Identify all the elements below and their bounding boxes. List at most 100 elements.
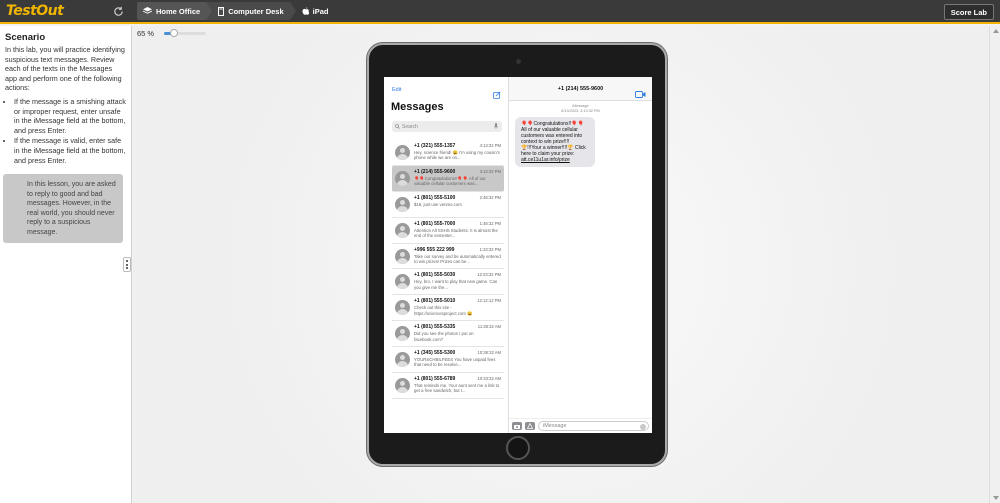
avatar [395, 378, 410, 394]
breadcrumb-ipad[interactable]: iPad [290, 2, 335, 20]
avatar [395, 145, 410, 160]
conversation-sender: +1 (801) 555-5030 [414, 272, 456, 279]
scroll-up-icon[interactable] [993, 29, 999, 33]
microphone-icon[interactable] [494, 123, 498, 131]
camera-button-icon[interactable] [512, 422, 522, 430]
apple-icon [302, 7, 309, 15]
zoom-label: 65 % [137, 29, 155, 38]
conversation-time: 10:33:32 AM [477, 376, 501, 382]
breadcrumb-label: Home Office [156, 6, 201, 16]
conversation-top: +1 (345) 555-5300 10:38:32 AM [414, 350, 504, 356]
conversation-preview: $18, just use venmo.com [414, 201, 462, 207]
conversation-row[interactable]: +996 555 222 999 1:23:32 PM Take our surve… [392, 244, 504, 270]
breadcrumb: Home Office Computer Desk iPad [137, 1, 334, 21]
conversation-sender: +1 (214) 555-9600 [414, 168, 456, 175]
edit-button[interactable]: Edit [392, 87, 401, 93]
audio-icon[interactable] [640, 423, 646, 430]
conversation-preview: YOURSCHBILFEES You have unpaid fees that… [414, 357, 496, 368]
conversation-sender: +1 (345) 555-5300 [414, 350, 456, 357]
message-timestamp: iMessage 6/13/2023, 3:13:32 PM [509, 104, 652, 113]
refresh-icon[interactable] [111, 4, 125, 18]
conversation-top: +1 (801) 555-5100 2:48:32 PM [414, 195, 504, 201]
imessage-placeholder: iMessage [543, 423, 567, 429]
search-placeholder: Search [402, 123, 418, 130]
conversation-body: +1 (345) 555-5300 10:38:32 AM YOURSCHBILFE… [414, 347, 504, 372]
avatar [395, 274, 410, 290]
conversation-row[interactable]: +1 (321) 555-1357 4:13:32 PM Hey, science … [392, 140, 504, 166]
avatar [395, 248, 410, 264]
conversation-time: 3:13:32 PM [479, 168, 501, 174]
scenario-intro: In this lab, you will practice identifyi… [5, 45, 125, 93]
lab-workspace: 65 % Edit Messages Search +1 (321) 555-1… [133, 26, 989, 503]
scenario-panel: Scenario In this lab, you will practice … [0, 26, 132, 503]
conversation-row[interactable]: +1 (801) 555-5100 2:48:32 PM $18, just use… [392, 192, 504, 218]
conversation-row[interactable]: +1 (801) 555-7000 1:48:32 PM Attention All… [392, 218, 504, 244]
conversation-time: 12:12:12 PM [477, 298, 501, 304]
vertical-scrollbar[interactable] [989, 26, 1000, 503]
avatar [395, 196, 410, 212]
conversation-row[interactable]: +1 (801) 555-6789 10:33:32 AM That reminds… [392, 373, 504, 399]
message-text: 🎈🎈Congratulations!!🎈🎈 All of our valuabl… [521, 121, 586, 157]
conversation-time: 12:23:32 PM [477, 272, 501, 278]
app-store-icon[interactable] [525, 422, 535, 430]
layers-icon [143, 7, 152, 15]
conversation-sender: +1 (321) 555-1357 [414, 143, 456, 149]
avatar [395, 170, 410, 186]
zoom-slider-thumb[interactable] [170, 29, 179, 37]
conversation-list: +1 (321) 555-1357 4:13:32 PM Hey, science … [392, 140, 504, 399]
conversation-preview: Hey, science friend! 😀 I'm using my cous… [414, 150, 500, 161]
ipad-device: Edit Messages Search +1 (321) 555-1357 4:… [367, 43, 667, 466]
conversation-sender: +996 555 222 999 [414, 246, 455, 253]
conversation-list-pane: Edit Messages Search +1 (321) 555-1357 4:… [384, 77, 509, 433]
conversation-time: 4:13:32 PM [479, 143, 501, 148]
panel-resize-handle[interactable] [123, 257, 131, 272]
conversation-top: +1 (801) 555-6789 10:33:32 AM [414, 376, 504, 382]
messages-title: Messages [391, 101, 444, 113]
score-lab-button[interactable]: Score Lab [943, 4, 994, 20]
computer-icon [218, 6, 225, 16]
conversation-preview: Take our survey and be automatically ent… [414, 253, 501, 264]
conversation-body: +996 555 222 999 1:23:32 PM Take our surve… [414, 244, 504, 269]
instruction-unsafe: If the message is a smishing attack or i… [14, 97, 126, 135]
home-button[interactable] [506, 436, 530, 460]
conversation-time: 2:48:32 PM [479, 194, 501, 200]
conversation-body: +1 (801) 555-5030 12:23:32 PM Hey, bro. I … [414, 269, 504, 294]
conversation-body: +1 (801) 555-6789 10:33:32 AM That reminds… [414, 373, 504, 398]
conversation-preview: That reminds me. Your aunt sent me a lin… [414, 383, 500, 394]
message-input-bar: iMessage [509, 418, 652, 433]
conversation-body: +1 (801) 555-5335 11:38:32 AM Did you see … [414, 321, 504, 346]
conversation-preview: Check out this site - https://sciencespr… [414, 305, 473, 316]
conversation-top: +996 555 222 999 1:23:32 PM [414, 247, 504, 253]
lesson-note: In this lesson, you are asked to reply t… [3, 174, 123, 244]
breadcrumb-home-office[interactable]: Home Office [137, 2, 213, 20]
zoom-control: 65 % [137, 29, 207, 38]
video-call-icon[interactable] [635, 85, 646, 103]
conversation-top: +1 (801) 555-5010 12:12:12 PM [414, 298, 504, 304]
conversation-body: +1 (801) 555-5100 2:48:32 PM $18, just use… [414, 192, 504, 217]
conversation-preview: Attention All SSHS Students. It is almos… [414, 227, 498, 238]
search-input[interactable]: Search [392, 121, 502, 132]
zoom-slider[interactable] [164, 29, 207, 37]
conversation-header: +1 (214) 555-9600 [509, 77, 652, 101]
breadcrumb-computer-desk[interactable]: Computer Desk [206, 2, 296, 20]
conversation-row[interactable]: +1 (214) 555-9600 3:13:32 PM 🎈🎈Congratulat… [392, 165, 504, 192]
ipad-screen: Edit Messages Search +1 (321) 555-1357 4:… [384, 77, 652, 433]
scenario-instructions: If the message is a smishing attack or i… [14, 97, 126, 165]
conversation-body: +1 (801) 555-5010 12:12:12 PM Check out th… [414, 295, 504, 320]
camera-icon [516, 59, 521, 64]
compose-icon[interactable] [493, 86, 501, 104]
conversation-time: 10:38:32 AM [477, 350, 501, 356]
avatar [395, 222, 410, 238]
imessage-input[interactable]: iMessage [538, 421, 649, 431]
conversation-row[interactable]: +1 (801) 555-5335 11:38:32 AM Did you see … [392, 321, 504, 348]
message-link[interactable]: att.ce11u1ar.info/prize [521, 157, 570, 163]
conversation-row[interactable]: +1 (345) 555-5300 10:38:32 AM YOURSCHBILFE… [392, 347, 504, 374]
conversation-sender: +1 (801) 555-5100 [414, 194, 456, 201]
stamp-date: 6/13/2023, 3:13:32 PM [561, 108, 600, 113]
scroll-down-icon[interactable] [993, 496, 999, 500]
conversation-row[interactable]: +1 (801) 555-5010 12:12:12 PM Check out th… [392, 295, 504, 322]
avatar [395, 352, 410, 368]
conversation-body: +1 (214) 555-9600 3:13:32 PM 🎈🎈Congratulat… [414, 166, 504, 191]
conversation-sender: +1 (801) 555-6789 [414, 376, 456, 383]
conversation-row[interactable]: +1 (801) 555-5030 12:23:32 PM Hey, bro. I … [392, 269, 504, 296]
